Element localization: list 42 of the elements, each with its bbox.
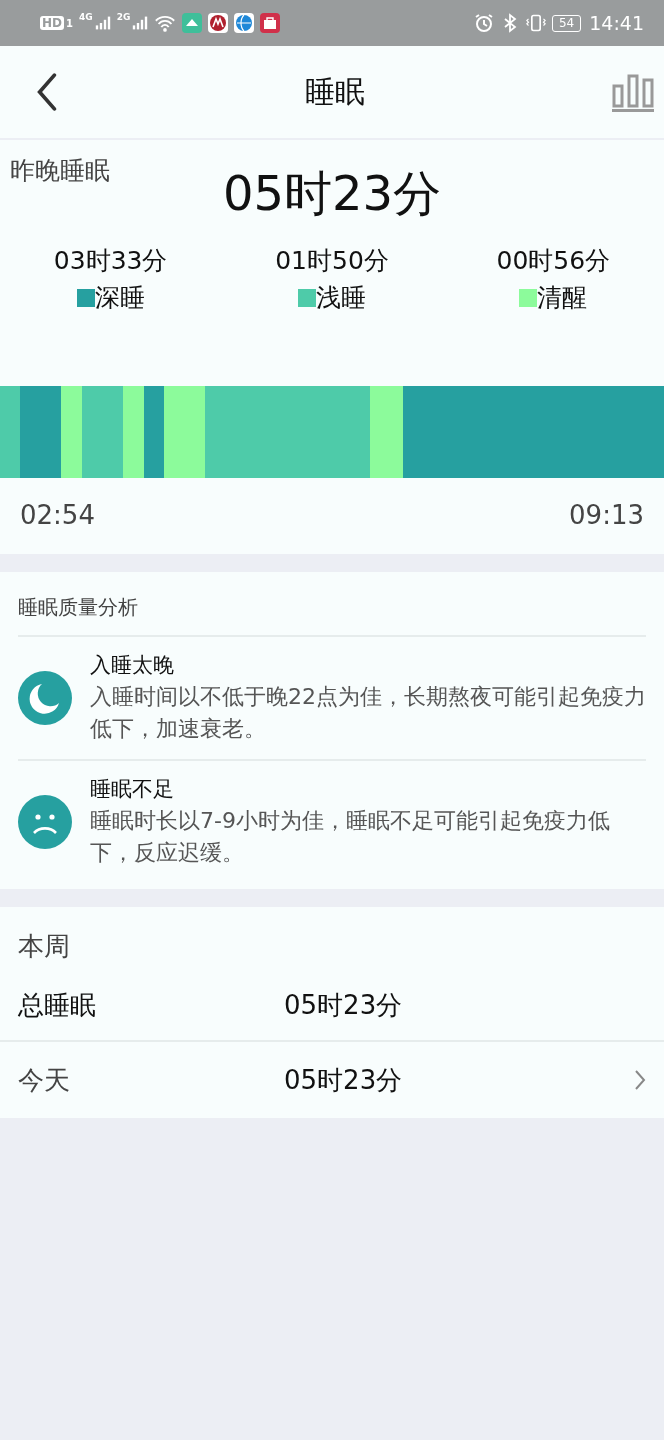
issue-description: 入睡时间以不低于晚22点为佳，长期熬夜可能引起免疫力低下，加速衰老。 <box>90 683 646 743</box>
section-title: 本周 <box>17 930 71 963</box>
back-button[interactable] <box>36 73 58 111</box>
app-icon <box>182 13 203 33</box>
day-row[interactable]: 今天 05时23分 <box>0 1040 664 1118</box>
legend-label: 清醒 <box>537 282 588 314</box>
stats-button[interactable] <box>612 72 654 112</box>
clock: 14:41 <box>589 12 644 34</box>
stage-duration: 03时33分 <box>53 245 168 277</box>
legend-label: 深睡 <box>94 282 145 314</box>
hd-badge: HD <box>40 16 64 30</box>
chevron-icon <box>634 1069 646 1091</box>
bar-chart-icon <box>612 72 654 112</box>
bag-icon <box>260 13 281 33</box>
page-title: 睡眠 <box>305 72 365 111</box>
battery-indicator: 54 <box>551 14 582 32</box>
sad-face-icon <box>18 795 72 849</box>
app-icon <box>208 13 229 33</box>
stage-duration: 00时56分 <box>496 245 611 277</box>
network-label: 4G <box>79 12 93 22</box>
moon-icon <box>18 671 72 725</box>
network-label: 2G <box>116 12 131 22</box>
section-title: 睡眠质量分析 <box>18 594 646 637</box>
stage-duration: 01时50分 <box>275 245 389 277</box>
signal-icon <box>132 16 149 30</box>
signal-icon <box>94 16 111 30</box>
sim-number: 1 <box>66 17 73 29</box>
issue-title: 入睡太晚 <box>90 652 175 679</box>
end-time: 09:13 <box>569 500 644 530</box>
legend-label: 浅睡 <box>316 282 366 314</box>
globe-icon <box>234 13 255 33</box>
row-label: 总睡眠 <box>18 988 97 1022</box>
alarm-icon <box>473 13 494 33</box>
back-icon <box>36 73 58 111</box>
vibrate-icon <box>525 13 546 33</box>
start-time: 02:54 <box>20 500 95 530</box>
total-sleep: 05时23分 <box>222 164 442 223</box>
issue-title: 睡眠不足 <box>90 776 175 803</box>
wifi-icon <box>154 14 177 32</box>
row-value: 05时23分 <box>284 988 404 1022</box>
section-label: 昨晚睡眠 <box>9 155 111 187</box>
issue-description: 睡眠时长以7-9小时为佳，睡眠不足可能引起免疫力低下，反应迟缓。 <box>90 807 611 867</box>
